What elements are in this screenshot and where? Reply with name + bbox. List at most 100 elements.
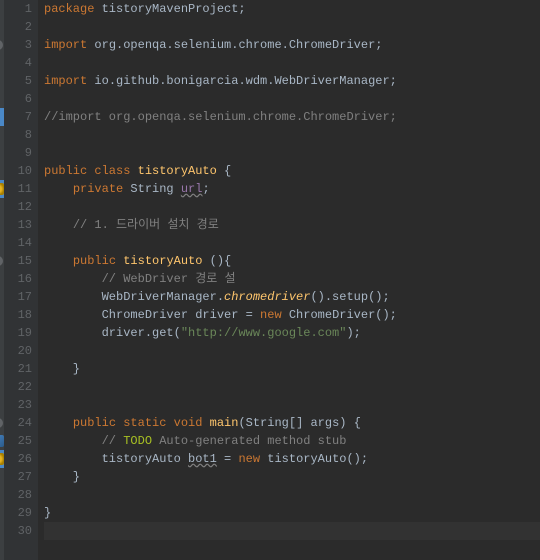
line-number: 4	[4, 54, 38, 72]
code-line[interactable]: WebDriverManager.chromedriver().setup();	[44, 288, 540, 306]
token	[44, 326, 102, 340]
line-number: 29	[4, 504, 38, 522]
token: Auto-generated method stub	[152, 434, 346, 448]
code-line[interactable]	[44, 144, 540, 162]
token: driver =	[195, 308, 260, 322]
token: String	[130, 182, 180, 196]
code-line[interactable]: ChromeDriver driver = new ChromeDriver()…	[44, 306, 540, 324]
token	[44, 416, 73, 430]
line-number: 15	[4, 252, 38, 270]
line-number: 1	[4, 0, 38, 18]
code-line[interactable]	[44, 90, 540, 108]
code-line[interactable]: package tistoryMavenProject;	[44, 0, 540, 18]
code-line[interactable]: //import org.openqa.selenium.chrome.Chro…	[44, 108, 540, 126]
line-number: 5	[4, 72, 38, 90]
token: tistoryAuto();	[267, 452, 368, 466]
token	[44, 308, 102, 322]
token: // 1. 드라이버 설치 경로	[73, 218, 219, 232]
code-line[interactable]: }	[44, 360, 540, 378]
code-line[interactable]	[44, 486, 540, 504]
token	[44, 290, 102, 304]
code-line[interactable]: }	[44, 504, 540, 522]
code-line[interactable]: public class tistoryAuto {	[44, 162, 540, 180]
code-editor[interactable]: 1234567891011121314151617181920212223242…	[0, 0, 540, 560]
token: String	[246, 416, 289, 430]
line-number: 21	[4, 360, 38, 378]
token: new	[238, 452, 267, 466]
code-line[interactable]	[44, 126, 540, 144]
line-number: 9	[4, 144, 38, 162]
line-number: 3	[4, 36, 38, 54]
code-line[interactable]: public static void main(String[] args) {	[44, 414, 540, 432]
token	[44, 452, 102, 466]
token: "http://www.google.com"	[181, 326, 347, 340]
code-line[interactable]: // TODO Auto-generated method stub	[44, 432, 540, 450]
token: ().setup();	[310, 290, 389, 304]
token: tistoryAuto	[138, 164, 217, 178]
line-number: 11	[4, 180, 38, 198]
token: (	[238, 416, 245, 430]
code-line[interactable]	[44, 54, 540, 72]
token: main	[210, 416, 239, 430]
token: import	[44, 38, 94, 52]
token: // WebDriver 경로 설	[102, 272, 236, 286]
token: public static void	[73, 416, 210, 430]
token: []	[289, 416, 311, 430]
token: ;	[202, 182, 209, 196]
line-number: 13	[4, 216, 38, 234]
line-number: 19	[4, 324, 38, 342]
code-line[interactable]	[44, 18, 540, 36]
token: (){	[202, 254, 231, 268]
token: }	[44, 362, 80, 376]
token: public	[73, 254, 123, 268]
token: driver.get(	[102, 326, 181, 340]
code-line[interactable]: tistoryAuto bot1 = new tistoryAuto();	[44, 450, 540, 468]
code-area[interactable]: package tistoryMavenProject; import org.o…	[38, 0, 540, 560]
token: ChromeDriver();	[289, 308, 397, 322]
token	[44, 254, 73, 268]
line-number: 17	[4, 288, 38, 306]
line-number: 14	[4, 234, 38, 252]
code-line[interactable]	[44, 234, 540, 252]
token: args) {	[310, 416, 360, 430]
code-line[interactable]	[44, 198, 540, 216]
line-number: 30	[4, 522, 38, 540]
warning-icon	[0, 183, 4, 195]
token: //	[102, 434, 124, 448]
code-line[interactable]: // 1. 드라이버 설치 경로	[44, 216, 540, 234]
token: io.github.bonigarcia.wdm.WebDriverManage…	[94, 74, 396, 88]
token: bot1	[188, 452, 217, 466]
token: org.openqa.selenium.chrome.ChromeDriver;	[94, 38, 382, 52]
warning-icon	[0, 453, 4, 465]
code-line[interactable]: // WebDriver 경로 설	[44, 270, 540, 288]
token: public class	[44, 164, 138, 178]
code-line[interactable]: import org.openqa.selenium.chrome.Chrome…	[44, 36, 540, 54]
code-line[interactable]: public tistoryAuto (){	[44, 252, 540, 270]
code-line[interactable]: }	[44, 468, 540, 486]
code-line[interactable]	[44, 396, 540, 414]
line-number: 6	[4, 90, 38, 108]
token: WebDriverManager.	[102, 290, 224, 304]
code-line[interactable]	[44, 378, 540, 396]
token: {	[217, 164, 231, 178]
line-number: 10	[4, 162, 38, 180]
code-line[interactable]: private String url;	[44, 180, 540, 198]
token	[44, 434, 102, 448]
token	[44, 218, 73, 232]
code-line[interactable]	[44, 522, 540, 540]
code-line[interactable]: import io.github.bonigarcia.wdm.WebDrive…	[44, 72, 540, 90]
token: new	[260, 308, 289, 322]
line-number: 26	[4, 450, 38, 468]
line-number: 24	[4, 414, 38, 432]
code-line[interactable]: driver.get("http://www.google.com");	[44, 324, 540, 342]
token: tistoryAuto	[102, 452, 188, 466]
task-icon	[0, 435, 4, 447]
token: package	[44, 2, 102, 16]
token: //import org.openqa.selenium.chrome.Chro…	[44, 110, 397, 124]
token: ChromeDriver	[102, 308, 196, 322]
token: import	[44, 74, 94, 88]
token	[44, 182, 73, 196]
line-number: 12	[4, 198, 38, 216]
token: private	[73, 182, 131, 196]
code-line[interactable]	[44, 342, 540, 360]
